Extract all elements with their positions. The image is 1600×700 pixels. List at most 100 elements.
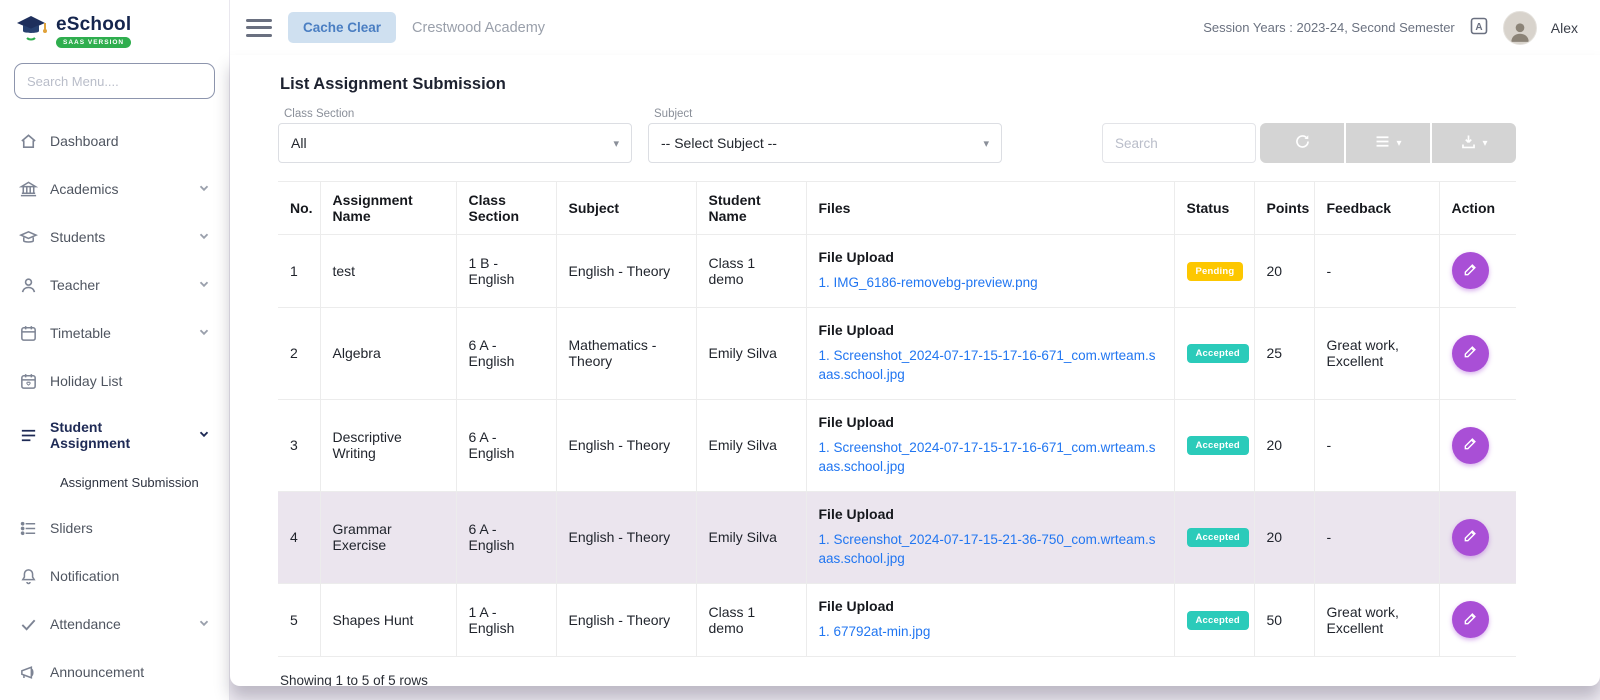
table-row: 5Shapes Hunt1 A - EnglishEnglish - Theor…: [278, 583, 1516, 656]
file-link[interactable]: 1. IMG_6186-removebg-preview.png: [819, 273, 1038, 293]
column-header-no[interactable]: No.: [278, 182, 320, 235]
cell-status: Accepted: [1174, 491, 1254, 583]
edit-button[interactable]: [1452, 335, 1489, 372]
sidebar-item-teacher[interactable]: Teacher: [0, 261, 229, 309]
edit-button[interactable]: [1452, 427, 1489, 464]
assignment-submission-table: No.Assignment NameClass SectionSubjectSt…: [278, 181, 1516, 657]
timetable-icon: [18, 323, 38, 343]
chevron-down-icon: ▾: [613, 137, 619, 150]
cell-feedback: Great work, Excellent: [1314, 583, 1439, 656]
table-body: 1test1 B - EnglishEnglish - TheoryClass …: [278, 235, 1516, 657]
pencil-icon: [1463, 344, 1478, 362]
cell-assignment-name: test: [320, 235, 456, 308]
topbar: Cache Clear Crestwood Academy Session Ye…: [230, 0, 1600, 55]
session-years-text: Session Years : 2023-24, Second Semester: [1203, 20, 1455, 35]
file-link[interactable]: 1. Screenshot_2024-07-17-15-17-16-671_co…: [819, 346, 1162, 385]
column-header-student-name[interactable]: Student Name: [696, 182, 806, 235]
subject-select[interactable]: -- Select Subject -- ▾: [648, 123, 1002, 163]
column-header-status[interactable]: Status: [1174, 182, 1254, 235]
file-upload-label: File Upload: [819, 414, 1162, 430]
sidebar-item-timetable[interactable]: Timetable: [0, 309, 229, 357]
cell-feedback: Great work, Excellent: [1314, 307, 1439, 399]
cell-assignment-name: Descriptive Writing: [320, 399, 456, 491]
sidebar-item-student-assignment[interactable]: Student Assignment: [0, 405, 229, 465]
edit-button[interactable]: [1452, 252, 1489, 289]
sidebar-item-notification[interactable]: Notification: [0, 552, 229, 600]
attendance-icon: [18, 614, 38, 634]
column-header-assignment-name[interactable]: Assignment Name: [320, 182, 456, 235]
sidebar-item-label: Holiday List: [50, 373, 211, 389]
column-header-subject[interactable]: Subject: [556, 182, 696, 235]
export-button[interactable]: ▾: [1432, 123, 1516, 163]
column-header-action[interactable]: Action: [1439, 182, 1516, 235]
sidebar-item-label: Students: [50, 229, 185, 245]
main-content: List Assignment Submission Class Section…: [230, 55, 1600, 686]
assignment-icon: [18, 425, 38, 445]
column-header-points[interactable]: Points: [1254, 182, 1314, 235]
cell-points: 50: [1254, 583, 1314, 656]
sidebar-item-label: Timetable: [50, 325, 185, 341]
hamburger-menu-icon[interactable]: [246, 18, 272, 38]
edit-button[interactable]: [1452, 601, 1489, 638]
cell-assignment-name: Algebra: [320, 307, 456, 399]
sidebar: eSchool SAAS VERSION DashboardAcademics S…: [0, 0, 230, 700]
sidebar-item-dashboard[interactable]: Dashboard: [0, 117, 229, 165]
edit-button[interactable]: [1452, 519, 1489, 556]
cell-assignment-name: Shapes Hunt: [320, 583, 456, 656]
cell-student-name: Emily Silva: [696, 307, 806, 399]
cell-no: 2: [278, 307, 320, 399]
columns-button[interactable]: ▾: [1346, 123, 1430, 163]
cell-subject: English - Theory: [556, 491, 696, 583]
file-link[interactable]: 1. Screenshot_2024-07-17-15-17-16-671_co…: [819, 438, 1162, 477]
cell-action: [1439, 399, 1516, 491]
cell-student-name: Emily Silva: [696, 491, 806, 583]
sidebar-item-sliders[interactable]: Sliders: [0, 504, 229, 552]
cell-subject: English - Theory: [556, 399, 696, 491]
cell-no: 1: [278, 235, 320, 308]
sidebar-item-announcement[interactable]: Announcement: [0, 648, 229, 696]
class-section-select[interactable]: All ▾: [278, 123, 632, 163]
cell-action: [1439, 235, 1516, 308]
status-badge: Accepted: [1187, 528, 1249, 547]
file-link[interactable]: 1. 67792at-min.jpg: [819, 622, 931, 642]
column-header-class-section[interactable]: Class Section: [456, 182, 556, 235]
sidebar-item-students[interactable]: Students: [0, 213, 229, 261]
sidebar-item-label: Announcement: [50, 664, 211, 680]
class-section-label: Class Section: [278, 108, 632, 120]
cache-clear-button[interactable]: Cache Clear: [288, 12, 396, 43]
cell-action: [1439, 583, 1516, 656]
file-link[interactable]: 1. Screenshot_2024-07-17-15-21-36-750_co…: [819, 530, 1162, 569]
sidebar-item-academics[interactable]: Academics: [0, 165, 229, 213]
column-header-files[interactable]: Files: [806, 182, 1174, 235]
download-icon: [1460, 133, 1477, 153]
sidebar-subitem-assignment-submission[interactable]: Assignment Submission: [0, 465, 229, 504]
file-upload-label: File Upload: [819, 249, 1162, 265]
app-root: eSchool SAAS VERSION DashboardAcademics S…: [0, 0, 1600, 700]
cell-student-name: Class 1 demo: [696, 235, 806, 308]
table-row: 3Descriptive Writing6 A - EnglishEnglish…: [278, 399, 1516, 491]
language-icon[interactable]: A: [1469, 16, 1489, 39]
avatar[interactable]: [1503, 11, 1537, 45]
column-header-feedback[interactable]: Feedback: [1314, 182, 1439, 235]
cell-class-section: 1 A - English: [456, 583, 556, 656]
brand: eSchool SAAS VERSION: [0, 0, 229, 55]
students-icon: [18, 227, 38, 247]
cell-feedback: -: [1314, 235, 1439, 308]
table-search-input[interactable]: [1102, 123, 1256, 163]
cell-no: 3: [278, 399, 320, 491]
teacher-icon: [18, 275, 38, 295]
status-badge: Accepted: [1187, 611, 1249, 630]
chevron-down-icon: [197, 181, 211, 198]
brand-badge: SAAS VERSION: [56, 37, 131, 48]
sidebar-search-input[interactable]: [14, 63, 215, 99]
table-footer: Showing 1 to 5 of 5 rows: [280, 673, 1514, 687]
cell-feedback: -: [1314, 491, 1439, 583]
home-icon: [18, 131, 38, 151]
sidebar-item-label: Sliders: [50, 520, 211, 536]
status-badge: Pending: [1187, 262, 1244, 281]
sidebar-item-attendance[interactable]: Attendance: [0, 600, 229, 648]
cell-status: Accepted: [1174, 399, 1254, 491]
cell-student-name: Emily Silva: [696, 399, 806, 491]
refresh-button[interactable]: [1260, 123, 1344, 163]
sidebar-item-holiday-list[interactable]: Holiday List: [0, 357, 229, 405]
